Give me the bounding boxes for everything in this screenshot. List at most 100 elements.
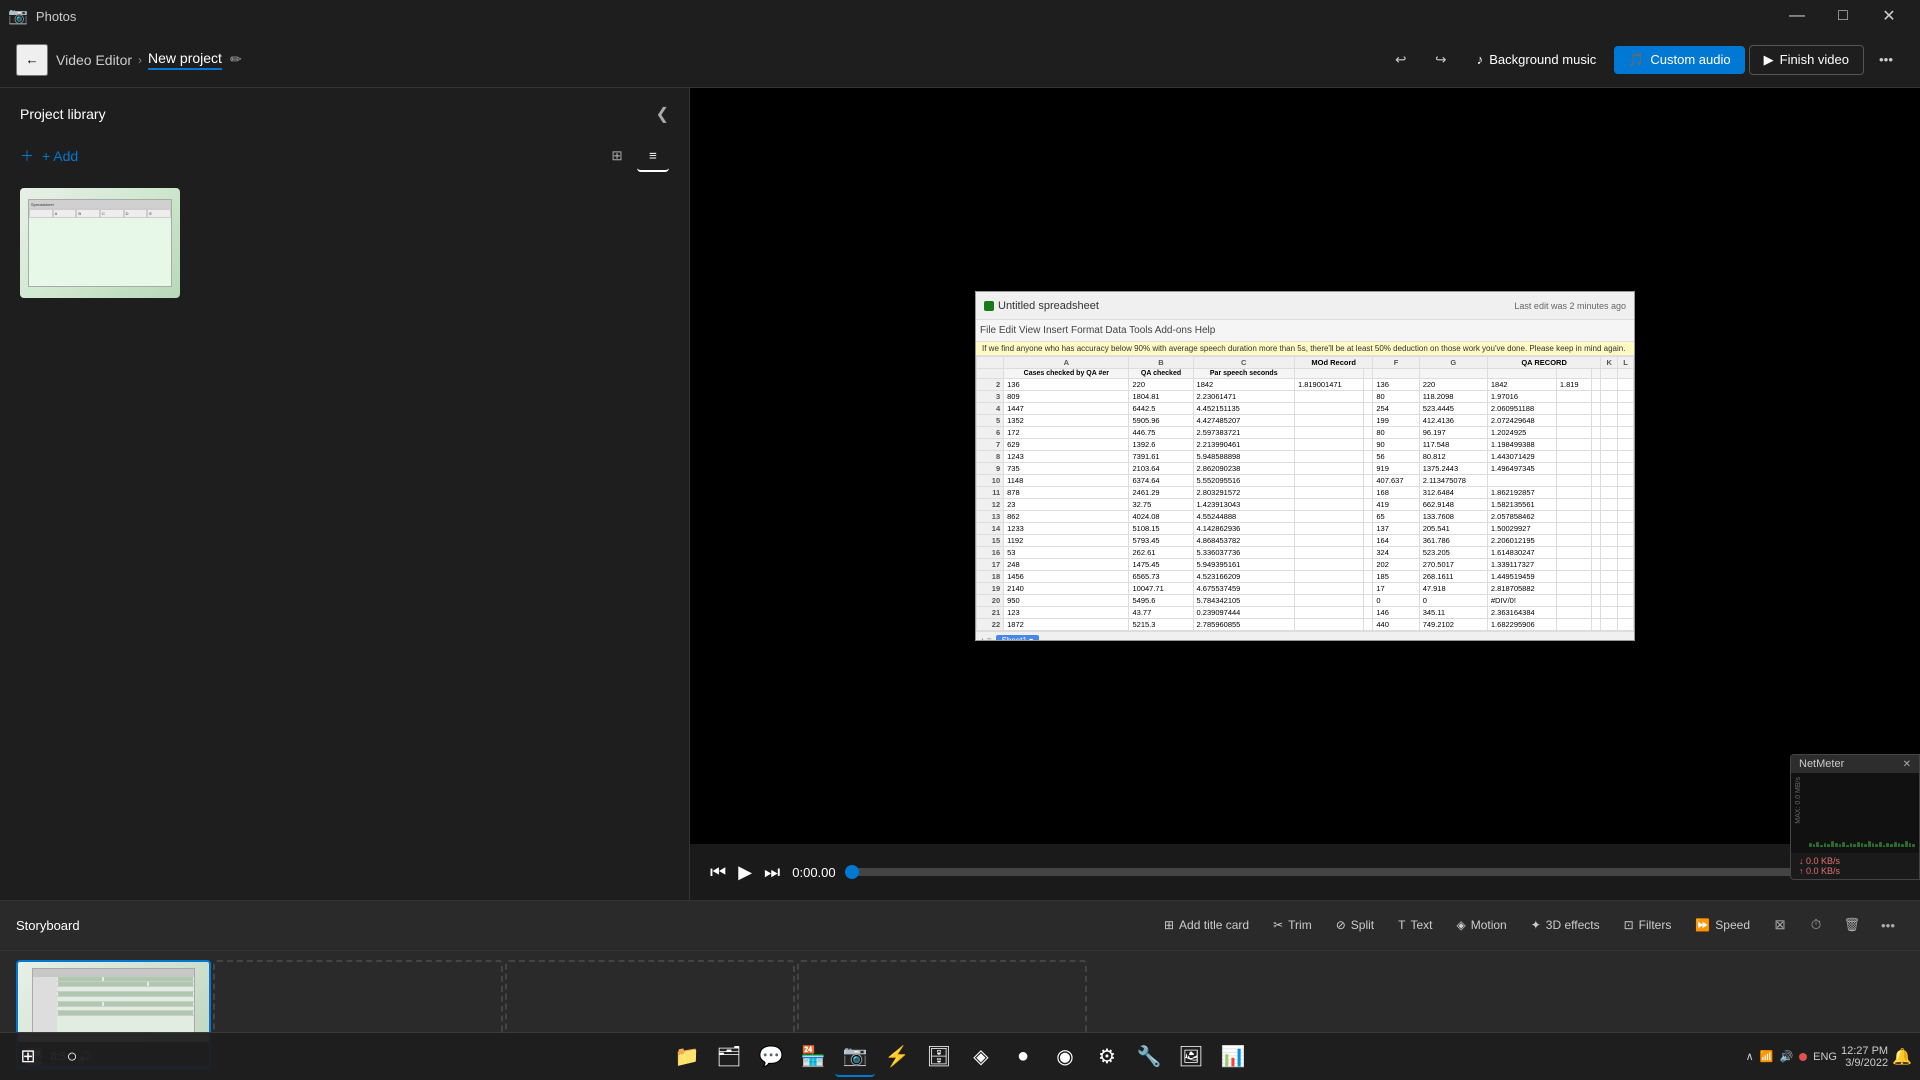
search-icon: ○ xyxy=(67,1046,78,1067)
storyboard-more-button[interactable]: ••• xyxy=(1872,909,1904,941)
finish-video-button[interactable]: ▶ Finish video xyxy=(1749,45,1864,75)
netmeter-bar xyxy=(1890,844,1893,847)
progress-bar[interactable] xyxy=(848,868,1819,876)
taskbar-app1-button[interactable]: ◉ xyxy=(1045,1037,1085,1077)
clock-time: 12:27 PM xyxy=(1841,1045,1888,1057)
sheet-title: Untitled spreadsheet xyxy=(998,300,1099,312)
edit-project-name-icon[interactable]: ✏ xyxy=(230,51,242,68)
chrome-icon: ● xyxy=(1017,1045,1029,1068)
system-tray: ∧ 📶 🔊 ENG xyxy=(1746,1050,1837,1063)
taskbar-edge-button[interactable]: ⚡ xyxy=(877,1037,917,1077)
sheet-row: 1011486374.645.552095516407.6372.1134750… xyxy=(977,475,1634,487)
netmeter-bar xyxy=(1872,843,1875,847)
project-library-title: Project library xyxy=(20,106,106,122)
taskbar-settings-button[interactable]: ⚙ xyxy=(1087,1037,1127,1077)
taskbar-photos-button[interactable]: 📷 xyxy=(835,1037,875,1077)
undo-button[interactable]: ↩ xyxy=(1383,42,1419,78)
clock-date: 3/9/2022 xyxy=(1841,1057,1888,1069)
sheet-row: 1814566565.734.523166209185268.16111.449… xyxy=(977,571,1634,583)
netmeter-bar xyxy=(1898,843,1901,847)
taskbar-dropbox-button[interactable]: ◈ xyxy=(961,1037,1001,1077)
timer-button[interactable]: ⏱ xyxy=(1800,909,1832,941)
play-button[interactable]: ▶ xyxy=(738,862,752,883)
sheet-app-icon xyxy=(984,301,994,311)
network-icon: 📶 xyxy=(1760,1050,1774,1063)
split-icon: ⊘ xyxy=(1336,918,1346,932)
taskbar-widgets-button[interactable]: 🗂 xyxy=(709,1037,749,1077)
netmeter-graph: MAX: 0.0 MB/s xyxy=(1791,773,1919,853)
filters-button[interactable]: ⊡ Filters xyxy=(1614,913,1682,937)
edge-icon: ⚡ xyxy=(885,1044,910,1069)
minimize-button[interactable]: — xyxy=(1774,0,1820,32)
taskbar-files-button[interactable]: 📁 xyxy=(667,1037,707,1077)
sheet-row: 118782461.292.803291572168312.64841.8621… xyxy=(977,487,1634,499)
taskbar-tool-button[interactable]: 🔧 xyxy=(1129,1037,1169,1077)
back-button[interactable]: ← xyxy=(16,44,48,76)
search-button[interactable]: ○ xyxy=(52,1037,92,1077)
sheet-row: 6172446.752.5973837218096.1971.2024925 xyxy=(977,427,1634,439)
sheet-row: 1511925793.454.868453782164361.7862.2060… xyxy=(977,535,1634,547)
timer-icon: ⏱ xyxy=(1811,917,1821,933)
taskbar-chrome-button[interactable]: ● xyxy=(1003,1037,1043,1077)
photos-icon: 📷 xyxy=(843,1043,868,1068)
undo-icon: ↩ xyxy=(1395,52,1406,68)
trim-label: Trim xyxy=(1288,918,1312,932)
project-library-panel: Project library ❮ ＋ + Add ⊞ ≡ xyxy=(0,88,690,900)
list-view-button[interactable]: ≡ xyxy=(637,140,669,172)
taskbar-center: 📁 🗂 💬 🏪 📷 ⚡ 🗄 ◈ ● ◉ ⚙ xyxy=(667,1037,1253,1077)
taskbar-left: ⊞ ○ xyxy=(8,1037,92,1077)
sheet-row: 19214010047.714.6755374591747.9182.81870… xyxy=(977,583,1634,595)
grid-view-button[interactable]: ⊞ xyxy=(601,140,633,172)
add-title-card-label: Add title card xyxy=(1179,918,1249,932)
trim-button[interactable]: ✂ Trim xyxy=(1263,913,1322,937)
taskbar-dev-button[interactable]: 🖼 xyxy=(1171,1037,1211,1077)
split-button[interactable]: ⊘ Split xyxy=(1326,913,1384,937)
taskbar-chat-button[interactable]: 💬 xyxy=(751,1037,791,1077)
taskbar-store-button[interactable]: 🏪 xyxy=(793,1037,833,1077)
netmeter-ul: ↑ 0.0 KB/s xyxy=(1799,866,1911,876)
crop-button[interactable]: ⊠ xyxy=(1764,909,1796,941)
taskbar-explorer-button[interactable]: 🗄 xyxy=(919,1037,959,1077)
background-music-button[interactable]: ♪ Background music xyxy=(1463,46,1610,73)
split-label: Split xyxy=(1351,918,1374,932)
maximize-button[interactable]: □ xyxy=(1820,0,1866,32)
sheet-row: 1653262.615.336037736324523.2051.6148302… xyxy=(977,547,1634,559)
add-media-button[interactable]: ＋ + Add xyxy=(20,146,78,166)
netmeter-close-button[interactable]: ✕ xyxy=(1903,759,1911,770)
taskbar-monitor-button[interactable]: 📊 xyxy=(1213,1037,1253,1077)
tray-expand-button[interactable]: ∧ xyxy=(1746,1050,1754,1063)
more-icon: ••• xyxy=(1879,52,1893,67)
add-icon: ＋ xyxy=(20,146,34,166)
motion-button[interactable]: ◈ Motion xyxy=(1446,913,1516,937)
netmeter-bar xyxy=(1813,844,1816,847)
redo-button[interactable]: ↪ xyxy=(1423,42,1459,78)
custom-audio-button[interactable]: 🎵 Custom audio xyxy=(1614,46,1744,74)
add-title-card-button[interactable]: ⊞ Add title card xyxy=(1154,913,1259,937)
more-options-button[interactable]: ••• xyxy=(1868,42,1904,78)
app-title-label: Video Editor xyxy=(56,52,132,68)
collapse-panel-button[interactable]: ❮ xyxy=(656,104,669,124)
close-button[interactable]: ✕ xyxy=(1866,0,1912,32)
3d-effects-button[interactable]: ✦ 3D effects xyxy=(1521,913,1610,937)
netmeter-bar xyxy=(1905,841,1908,847)
speed-button[interactable]: ⏩ Speed xyxy=(1685,913,1760,937)
system-clock[interactable]: 12:27 PM 3/9/2022 xyxy=(1841,1045,1888,1069)
tool-icon: 🔧 xyxy=(1137,1044,1162,1069)
rewind-button[interactable]: ⏮ xyxy=(710,862,726,883)
delete-button[interactable]: 🗑 xyxy=(1836,909,1868,941)
sheet-last-edit: Last edit was 2 minutes ago xyxy=(1514,301,1626,311)
text-button[interactable]: T Text xyxy=(1388,913,1442,937)
sheet-row: 2218725215.32.785960855440749.21021.6822… xyxy=(977,619,1634,631)
library-item[interactable]: Spreadsheet A B C D E ▶ xyxy=(20,188,180,298)
grid-view-icon: ⊞ xyxy=(611,148,622,164)
start-button[interactable]: ⊞ xyxy=(8,1037,48,1077)
step-forward-button[interactable]: ⏭ xyxy=(764,862,780,883)
netmeter-bar xyxy=(1894,842,1897,847)
text-icon: T xyxy=(1398,918,1405,932)
sheet-row: 138624024.084.5524488865133.76082.057858… xyxy=(977,511,1634,523)
netmeter-bar xyxy=(1853,844,1856,847)
taskbar-right: ∧ 📶 🔊 ENG 12:27 PM 3/9/2022 🔔 xyxy=(1746,1045,1912,1069)
notifications-button[interactable]: 🔔 xyxy=(1892,1047,1912,1067)
clip-thumbnail xyxy=(18,962,209,1042)
store-icon: 🏪 xyxy=(801,1044,826,1069)
